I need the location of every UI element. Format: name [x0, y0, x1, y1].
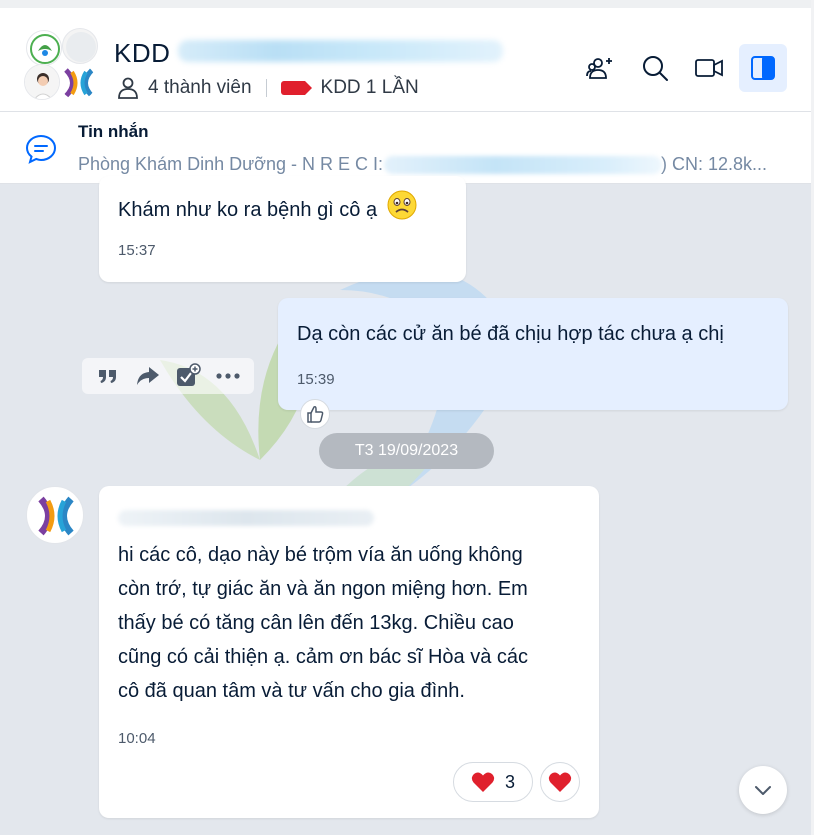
group-name[interactable]: KDD — [114, 38, 170, 69]
window-top-strip — [0, 0, 814, 8]
member-avatar-blank — [62, 28, 98, 64]
chat-header: KDD 4 thành viên KDD 1 LẦN — [0, 8, 811, 112]
pinned-text-start: Phòng Khám Dinh Dưỡng - N R E C I: — [78, 154, 383, 174]
search-button[interactable] — [631, 44, 679, 92]
pinned-title: Tin nhắn — [78, 122, 149, 141]
message-body: Khám như ko ra bệnh gì cô ạ — [118, 198, 378, 221]
meta-divider — [265, 79, 267, 97]
label-tag-text[interactable]: KDD 1 LẦN — [321, 77, 419, 99]
message-text: hi các cô, dạo này bé trộm vía ăn uống k… — [118, 538, 528, 708]
sidebar-panel-icon — [751, 56, 775, 80]
add-heart-reaction-button[interactable] — [540, 762, 580, 802]
more-dots-icon — [216, 373, 240, 379]
members-icon[interactable] — [116, 76, 140, 100]
message-line: hi các cô, dạo này bé trộm vía ăn uống k… — [118, 544, 523, 566]
reaction-summary[interactable]: 3 — [453, 762, 533, 802]
redacted-group-name — [178, 40, 503, 62]
add-user-icon — [586, 58, 612, 79]
message-line: cũng có cải thiện ạ. cảm ơn bác sĩ Hòa v… — [118, 646, 528, 668]
message-bubble-incoming[interactable]: Khám như ko ra bệnh gì cô ạ 15:37 — [99, 176, 466, 282]
message-line: thấy bé có tăng cân lên đến 13kg. Chiều … — [118, 612, 514, 634]
chevron-down-icon — [755, 786, 771, 795]
add-task-button[interactable] — [173, 361, 203, 391]
video-camera-icon — [695, 59, 723, 77]
video-call-button[interactable] — [685, 44, 733, 92]
pinned-message-bar[interactable]: Tin nhắn Phòng Khám Dinh Dưỡng - N R E C… — [0, 112, 811, 184]
thumbs-up-icon — [307, 406, 324, 423]
group-avatar[interactable] — [24, 28, 98, 102]
quote-icon — [99, 370, 116, 383]
search-icon — [643, 56, 668, 81]
message-bubble-outgoing[interactable]: Dạ còn các cử ăn bé đã chịu hợp tác chưa… — [278, 298, 788, 410]
message-time: 15:39 — [297, 371, 335, 388]
message-time: 10:04 — [118, 730, 156, 747]
message-line: còn trớ, tự giác ăn và ăn ngon miệng hơn… — [118, 578, 528, 600]
chat-bubble-icon — [24, 132, 58, 171]
more-options-button[interactable] — [213, 361, 243, 391]
scroll-to-bottom-button[interactable] — [739, 766, 787, 814]
reaction-count: 3 — [504, 771, 515, 792]
message-line: cô đã quan tâm và tư vấn cho gia đình. — [118, 680, 465, 702]
quote-button[interactable] — [93, 361, 123, 391]
add-member-button[interactable] — [577, 44, 625, 92]
member-avatar-clinic-logo — [26, 30, 62, 66]
like-reaction-button[interactable] — [300, 399, 330, 429]
sender-avatar[interactable] — [26, 486, 84, 544]
task-check-icon — [177, 363, 201, 386]
message-text: Khám như ko ra bệnh gì cô ạ — [118, 190, 417, 231]
redacted-pinned-text — [384, 156, 662, 174]
sad-face-emoji — [387, 190, 417, 231]
heart-icon — [471, 772, 495, 792]
pinned-text-end: ) CN: 12.8k... — [661, 154, 768, 174]
forward-button[interactable] — [133, 361, 163, 391]
member-avatar-logo — [60, 64, 96, 100]
message-text: Dạ còn các cử ăn bé đã chịu hợp tác chưa… — [297, 323, 724, 345]
toggle-panel-button[interactable] — [739, 44, 787, 92]
message-time: 15:37 — [118, 242, 156, 259]
group-meta-row: 4 thành viên KDD 1 LẦN — [116, 76, 419, 100]
redacted-sender-name — [118, 510, 374, 526]
forward-icon — [137, 367, 159, 385]
message-action-bar — [82, 358, 254, 394]
member-avatar-person — [24, 64, 60, 100]
date-separator: T3 19/09/2023 — [319, 433, 494, 469]
member-count[interactable]: 4 thành viên — [148, 77, 252, 99]
label-tag-icon — [280, 81, 312, 95]
heart-icon — [548, 772, 572, 792]
